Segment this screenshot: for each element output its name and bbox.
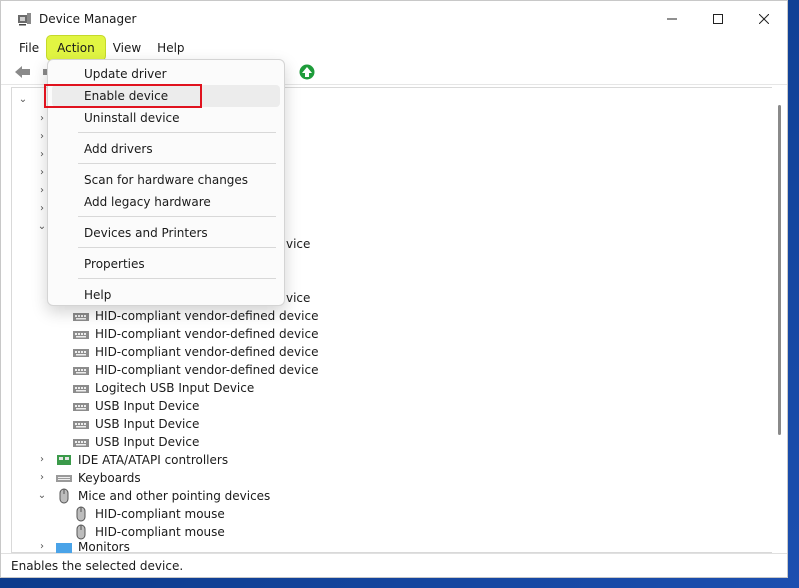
tree-label: HID-compliant vendor-defined device <box>95 363 319 377</box>
tree-item-hid-child[interactable]: HID-compliant vendor-defined device <box>73 343 318 361</box>
device-manager-icon <box>17 11 33 27</box>
tree-label: HID-compliant vendor-defined device <box>95 309 319 323</box>
hid-device-icon <box>73 398 89 414</box>
minimize-icon <box>667 18 677 20</box>
close-button[interactable] <box>741 1 787 37</box>
menu-help[interactable]: Help <box>149 37 192 59</box>
tree-label: HID-compliant mouse <box>95 525 225 539</box>
menu-item-properties[interactable]: Properties <box>52 253 280 275</box>
menu-bar: File Action View Help <box>1 36 787 60</box>
device-manager-window: Device Manager File Action View Help ⌄ ›… <box>0 0 788 578</box>
title-bar: Device Manager <box>1 1 787 37</box>
status-text: Enables the selected device. <box>11 559 184 573</box>
menu-separator <box>78 132 276 133</box>
tree-label: HID-compliant mouse <box>95 507 225 521</box>
window-controls <box>649 1 787 37</box>
back-button[interactable] <box>13 62 33 82</box>
menu-separator <box>78 163 276 164</box>
menu-item-uninstall-device[interactable]: Uninstall device <box>52 107 280 129</box>
menu-view[interactable]: View <box>105 37 149 59</box>
status-bar: Enables the selected device. <box>1 553 787 577</box>
tree-label: USB Input Device <box>95 435 200 449</box>
tree-label: HID-compliant vendor-defined device <box>95 327 319 341</box>
tree-label: Logitech USB Input Device <box>95 381 255 395</box>
chevron-right-icon[interactable]: › <box>36 472 48 484</box>
hid-device-icon <box>73 434 89 450</box>
mouse-icon <box>73 506 89 522</box>
window-title: Device Manager <box>39 12 137 26</box>
chevron-down-icon[interactable]: ⌄ <box>36 490 48 502</box>
menu-file[interactable]: File <box>11 37 47 59</box>
menu-item-devices-printers[interactable]: Devices and Printers <box>52 222 280 244</box>
chevron-right-icon[interactable]: › <box>36 541 48 553</box>
chevron-down-icon[interactable]: ⌄ <box>17 94 29 106</box>
enable-device-callout <box>44 84 202 108</box>
back-arrow-icon <box>15 65 30 78</box>
mouse-icon <box>73 524 89 540</box>
tree-label: Keyboards <box>78 471 141 485</box>
chevron-right-icon[interactable]: › <box>36 454 48 466</box>
tree-item-mouse-2[interactable]: HID-compliant mouse <box>73 523 225 541</box>
enable-arrow-icon <box>299 64 315 79</box>
tree-item-hid-child[interactable]: USB Input Device <box>73 415 199 433</box>
hid-device-icon <box>73 416 89 432</box>
hid-device-icon <box>73 380 89 396</box>
enable-device-toolbar-button[interactable] <box>297 62 317 82</box>
vertical-scrollbar[interactable] <box>772 87 787 553</box>
tree-label: Monitors <box>78 541 130 553</box>
tree-item-hid-child[interactable]: USB Input Device <box>73 397 199 415</box>
tree-item-mouse-1[interactable]: HID-compliant mouse <box>73 505 225 523</box>
maximize-icon <box>713 14 723 24</box>
tree-label: USB Input Device <box>95 417 200 431</box>
hid-device-icon <box>73 344 89 360</box>
mouse-icon <box>56 488 72 504</box>
hid-device-icon <box>73 362 89 378</box>
tree-item-hid-child[interactable]: HID-compliant vendor-defined device <box>73 325 318 343</box>
menu-action[interactable]: Action <box>47 36 105 60</box>
tree-item-hid-child[interactable]: HID-compliant vendor-defined device <box>73 307 318 325</box>
scrollbar-thumb[interactable] <box>778 105 781 435</box>
tree-label: Mice and other pointing devices <box>78 489 271 503</box>
ide-controller-icon <box>56 452 72 468</box>
tree-item-mice[interactable]: ⌄ Mice and other pointing devices <box>36 487 270 505</box>
menu-item-add-legacy-hardware[interactable]: Add legacy hardware <box>52 191 280 213</box>
menu-item-scan-hardware[interactable]: Scan for hardware changes <box>52 169 280 191</box>
maximize-button[interactable] <box>695 1 741 37</box>
menu-item-help[interactable]: Help <box>52 284 280 306</box>
hid-device-icon <box>73 326 89 342</box>
tree-item-keyboards[interactable]: › Keyboards <box>36 469 141 487</box>
tree-item-hid-child[interactable]: HID-compliant vendor-defined device <box>73 361 318 379</box>
menu-separator <box>78 216 276 217</box>
partial-device-label-2: vice <box>286 291 311 305</box>
monitor-icon <box>56 541 72 553</box>
tree-label: IDE ATA/ATAPI controllers <box>78 453 229 467</box>
tree-item-monitors[interactable]: › Monitors <box>36 541 130 553</box>
keyboard-icon <box>56 470 72 486</box>
menu-separator <box>78 278 276 279</box>
tree-item-hid-child[interactable]: USB Input Device <box>73 433 199 451</box>
tree-item-hid-child[interactable]: Logitech USB Input Device <box>73 379 254 397</box>
partial-device-label-1: vice <box>286 237 311 251</box>
menu-item-update-driver[interactable]: Update driver <box>52 63 280 85</box>
close-icon <box>759 14 769 24</box>
tree-item-ide[interactable]: › IDE ATA/ATAPI controllers <box>36 451 228 469</box>
menu-separator <box>78 247 276 248</box>
minimize-button[interactable] <box>649 1 695 37</box>
menu-item-add-drivers[interactable]: Add drivers <box>52 138 280 160</box>
hid-device-icon <box>73 308 89 324</box>
tree-root[interactable]: ⌄ <box>17 91 37 109</box>
tree-label: HID-compliant vendor-defined device <box>95 345 319 359</box>
tree-label: USB Input Device <box>95 399 200 413</box>
